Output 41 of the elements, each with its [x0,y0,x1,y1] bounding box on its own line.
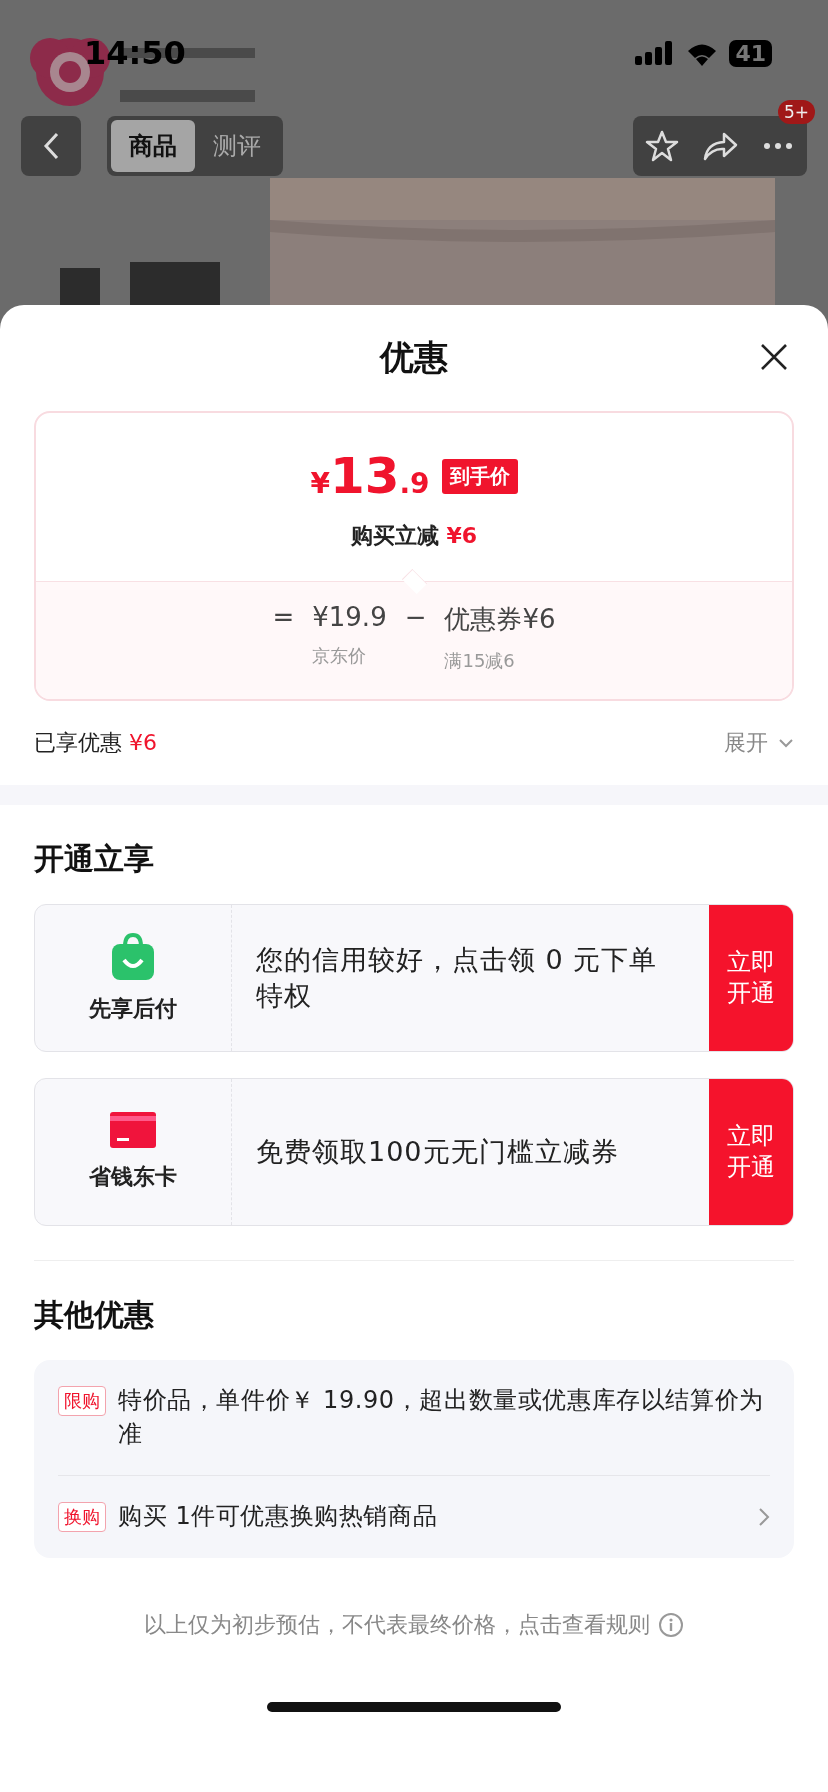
expand-button[interactable]: 展开 [724,728,794,758]
promotion-text: 购买 1件可优惠换购热销商品 [118,1501,439,1533]
tab[interactable]: 测评 [195,120,279,172]
promotion-tag: 换购 [58,1502,106,1533]
price-tag: 到手价 [441,458,518,494]
shopping-bag-icon [110,932,156,980]
tab[interactable]: 商品 [111,120,195,172]
activate-button[interactable]: 立即开通 [709,905,793,1051]
share-icon [702,131,738,161]
section-title: 开通立享 [34,840,155,878]
close-icon [760,343,788,371]
back-button[interactable] [21,116,81,176]
info-icon[interactable] [658,1611,684,1638]
card-icon [110,1112,156,1148]
activate-button[interactable]: 立即开通 [709,1079,793,1225]
coupon-amount: 优惠券¥6 [444,603,556,636]
disclaimer-link[interactable]: 以上仅为初步预估，不代表最终价格，点击查看规则 [144,1609,650,1640]
chevron-right-icon[interactable] [758,1507,770,1527]
final-price: ¥13.9 [310,447,430,505]
minus-sign: − [404,602,427,632]
back-icon [42,131,60,161]
equals-sign: = [272,602,295,632]
coupon-caption: 满15减6 [444,649,515,673]
section-title: 其他优惠 [34,1296,155,1334]
offer-name: 先享后付 [89,995,177,1023]
base-price-caption: 京东价 [312,644,367,668]
sheet-title: 优惠 [380,336,448,379]
offer-description: 您的信用较好，点击领 0 元下单特权 [255,942,659,1013]
notification-badge: 5+ [777,100,815,124]
promotion-tag: 限购 [58,1386,106,1416]
battery-indicator: 41 [729,39,772,67]
star-icon [645,129,679,163]
savings-text: 已享优惠 ¥6 [34,729,157,757]
chevron-down-icon [778,738,794,748]
offer-description: 免费领取100元无门槛立减券 [255,1134,620,1169]
promotion-text: 特价品，单件价￥ 19.90，超出数量或优惠库存以结算价为准 [118,1385,765,1450]
offer-name: 省钱东卡 [89,1163,177,1191]
status-time: 14:50 [84,34,186,72]
reduction-text: 购买立减 ¥6 [350,522,478,550]
more-icon [763,142,793,150]
base-price: ¥19.9 [312,602,387,632]
